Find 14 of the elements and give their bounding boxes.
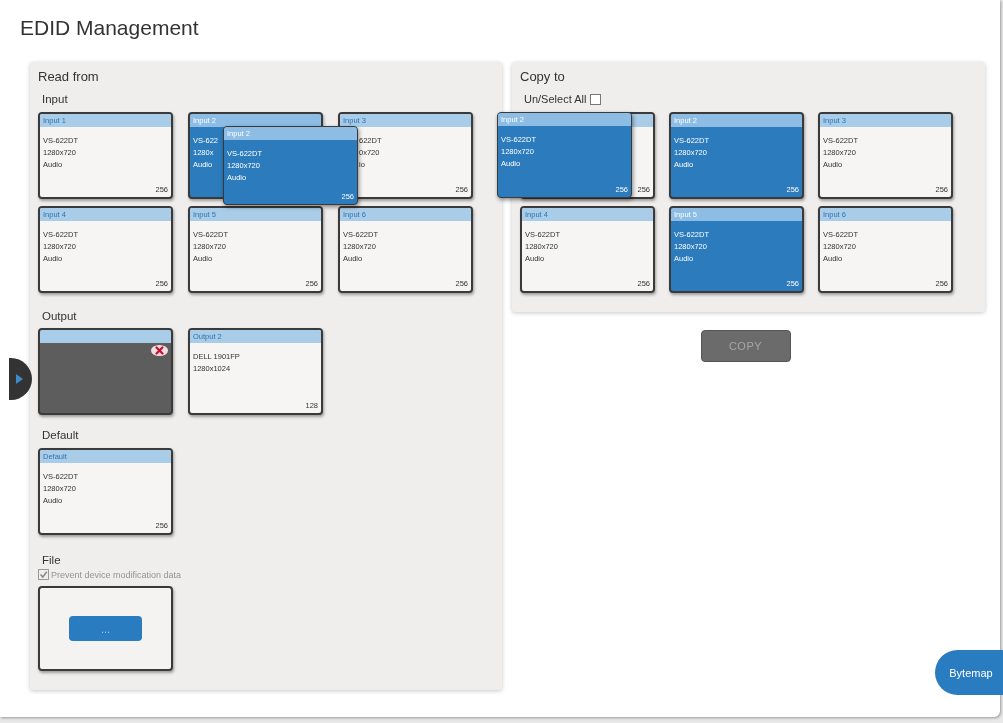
panel-title: Read from — [38, 68, 99, 86]
select-all-checkbox[interactable] — [590, 93, 602, 105]
section-label: Input — [42, 92, 68, 106]
section-label: Default — [42, 428, 79, 442]
triangle-right-icon — [15, 374, 23, 384]
panel-title: Copy to — [520, 68, 565, 86]
section-label: Output — [42, 309, 77, 323]
checkbox-label: Prevent device modification data — [51, 568, 182, 581]
output-card[interactable] — [38, 328, 173, 415]
select-all-label: Un/Select All — [524, 92, 587, 106]
x-icon[interactable] — [151, 345, 168, 356]
bytemap-button[interactable]: Bytemap — [935, 650, 1003, 695]
page-title: EDID Management — [20, 15, 199, 41]
section-label: File — [42, 553, 61, 567]
